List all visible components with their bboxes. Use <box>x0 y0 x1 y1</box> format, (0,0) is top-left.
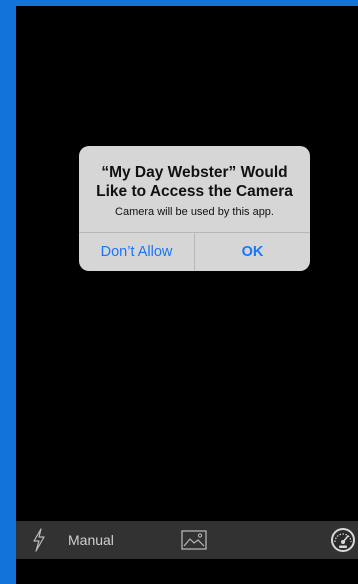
image-gallery-icon[interactable] <box>180 521 208 559</box>
mode-label-manual[interactable]: Manual <box>68 521 124 559</box>
camera-screen: “My Day Webster” Would Like to Access th… <box>16 6 358 584</box>
alert-title: “My Day Webster” Would Like to Access th… <box>96 164 293 200</box>
device-frame: “My Day Webster” Would Like to Access th… <box>0 0 358 584</box>
ok-button[interactable]: OK <box>194 233 310 271</box>
dont-allow-button[interactable]: Don’t Allow <box>79 233 194 271</box>
speedometer-icon[interactable] <box>328 521 358 559</box>
camera-toolbar: Manual <box>16 521 358 559</box>
bottom-safe-area <box>16 559 358 584</box>
alert-message: Camera will be used by this app. <box>115 206 274 218</box>
alert-actions: Don’t Allow OK <box>79 232 310 271</box>
alert-body: “My Day Webster” Would Like to Access th… <box>79 146 310 232</box>
camera-permission-alert: “My Day Webster” Would Like to Access th… <box>79 146 310 271</box>
flash-icon[interactable] <box>28 521 50 559</box>
